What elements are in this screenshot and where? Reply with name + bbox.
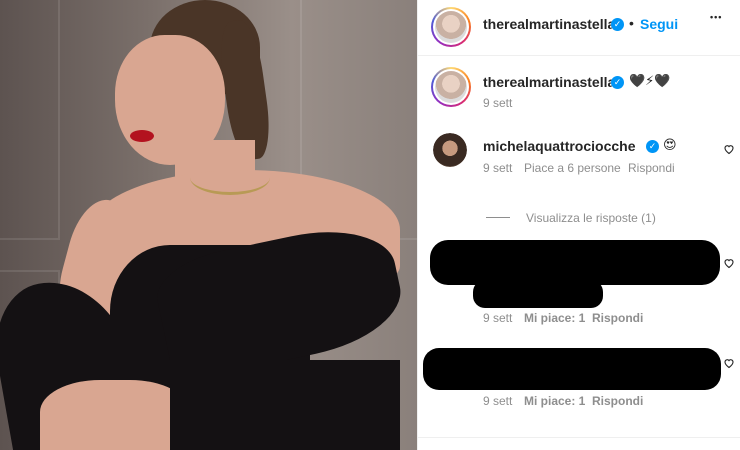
commenter-username[interactable]: michelaquattrociocche: [483, 138, 636, 154]
lips: [130, 130, 154, 142]
post-header: therealmartinastella ✓ • Segui •••: [418, 0, 740, 56]
redacted-comment: [473, 280, 603, 308]
caption-time[interactable]: 9 sett: [483, 96, 512, 110]
comment-likes[interactable]: Piace a 6 persone: [524, 161, 621, 175]
caption-avatar[interactable]: [431, 67, 471, 107]
separator-dot: •: [629, 15, 634, 31]
author-avatar[interactable]: [431, 7, 471, 47]
post-photo[interactable]: [0, 0, 417, 450]
caption-author[interactable]: therealmartinastella: [483, 74, 615, 90]
verified-badge-icon: ✓: [611, 18, 624, 31]
verified-badge-icon: ✓: [611, 76, 624, 89]
author-username[interactable]: therealmartinastella: [483, 16, 615, 32]
caption-emojis: 🖤⚡🖤: [629, 73, 671, 88]
comment-time[interactable]: 9 sett: [483, 161, 512, 175]
dress-lower: [170, 360, 400, 450]
more-options-icon[interactable]: •••: [710, 12, 722, 22]
comment-emoji: 😍: [663, 137, 677, 152]
replies-divider: [486, 217, 510, 218]
follow-button[interactable]: Segui: [640, 16, 678, 32]
heart-outline-icon[interactable]: [723, 357, 735, 369]
heart-outline-icon[interactable]: [723, 257, 735, 269]
reply-button[interactable]: Rispondi: [628, 161, 675, 175]
redacted-comment: [423, 348, 721, 390]
panel-bottom-divider: [418, 437, 740, 438]
verified-badge-icon: ✓: [646, 140, 659, 153]
comment-likes[interactable]: Mi piace: 1: [524, 394, 585, 408]
comment-time[interactable]: 9 sett: [483, 394, 512, 408]
comments-panel: therealmartinastella ✓ • Segui ••• there…: [417, 0, 740, 450]
comment-likes[interactable]: Mi piace: 1: [524, 311, 585, 325]
view-replies-button[interactable]: Visualizza le risposte (1): [526, 211, 656, 225]
wall-panel: [0, 0, 60, 240]
heart-outline-icon[interactable]: [723, 143, 735, 155]
comment-time[interactable]: 9 sett: [483, 311, 512, 325]
commenter-avatar[interactable]: [433, 133, 467, 167]
reply-button[interactable]: Rispondi: [592, 394, 643, 408]
redacted-comment: [430, 240, 720, 285]
necklace: [190, 160, 270, 195]
leg: [40, 380, 190, 450]
reply-button[interactable]: Rispondi: [592, 311, 643, 325]
